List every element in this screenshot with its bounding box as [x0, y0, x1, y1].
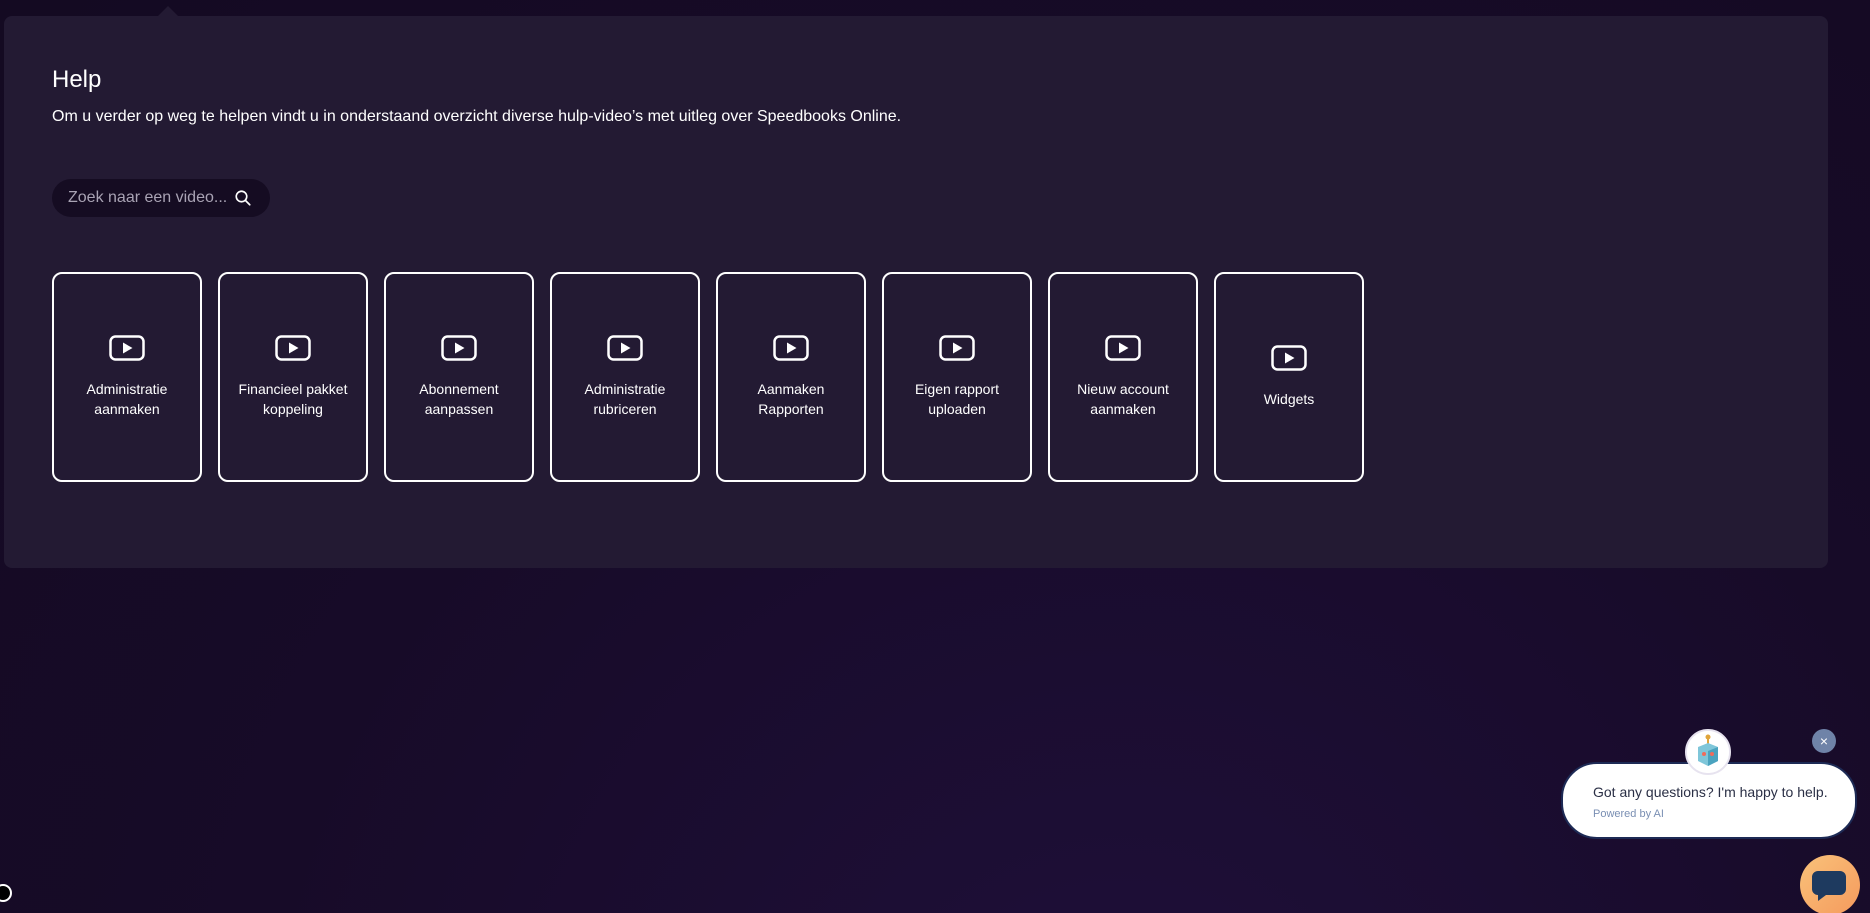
video-card-label: Abonnement aanpassen — [419, 381, 499, 417]
video-card[interactable]: Nieuw account aanmaken — [1048, 272, 1198, 482]
video-card[interactable]: Financieel pakket koppeling — [218, 272, 368, 482]
video-card-label: Widgets — [1263, 391, 1315, 407]
page: Help Om u verder op weg te helpen vindt … — [0, 0, 1870, 913]
help-panel: Help Om u verder op weg te helpen vindt … — [4, 16, 1828, 568]
chat-close-button[interactable]: × — [1812, 729, 1836, 753]
play-icon — [1271, 345, 1307, 371]
video-card[interactable]: Eigen rapport uploaden — [882, 272, 1032, 482]
search-input[interactable] — [52, 188, 230, 208]
chat-launcher-button[interactable] — [1800, 855, 1860, 913]
play-icon — [1105, 335, 1141, 361]
robot-icon — [1685, 729, 1731, 775]
video-card[interactable]: Widgets — [1214, 272, 1364, 482]
video-card[interactable]: Abonnement aanpassen — [384, 272, 534, 482]
side-indicator-dot[interactable] — [0, 884, 12, 902]
video-card[interactable]: Administratie rubriceren — [550, 272, 700, 482]
chat-icon — [1812, 871, 1846, 901]
play-icon — [275, 335, 311, 361]
video-card-label: Nieuw account aanmaken — [1077, 381, 1169, 417]
video-card[interactable]: Administratie aanmaken — [52, 272, 202, 482]
chat-message: Got any questions? I'm happy to help. — [1593, 784, 1828, 800]
video-card-label: Administratie rubriceren — [584, 381, 666, 417]
play-icon — [939, 335, 975, 361]
video-card-label: Administratie aanmaken — [86, 381, 168, 417]
page-subtitle: Om u verder op weg te helpen vindt u in … — [52, 108, 902, 125]
search-icon[interactable] — [234, 189, 252, 207]
video-card-label: Financieel pakket koppeling — [238, 381, 348, 417]
panel-pointer — [158, 6, 178, 16]
play-icon — [607, 335, 643, 361]
video-card[interactable]: Aanmaken Rapporten — [716, 272, 866, 482]
play-icon — [441, 335, 477, 361]
page-title: Help — [52, 66, 102, 93]
play-icon — [109, 335, 145, 361]
video-card-label: Aanmaken Rapporten — [757, 381, 825, 417]
video-search — [52, 179, 270, 217]
play-icon — [773, 335, 809, 361]
chat-powered-by: Powered by AI — [1593, 808, 1664, 820]
video-card-label: Eigen rapport uploaden — [914, 381, 1000, 417]
video-card-list: Administratie aanmaken Financieel pakket… — [52, 272, 1364, 482]
